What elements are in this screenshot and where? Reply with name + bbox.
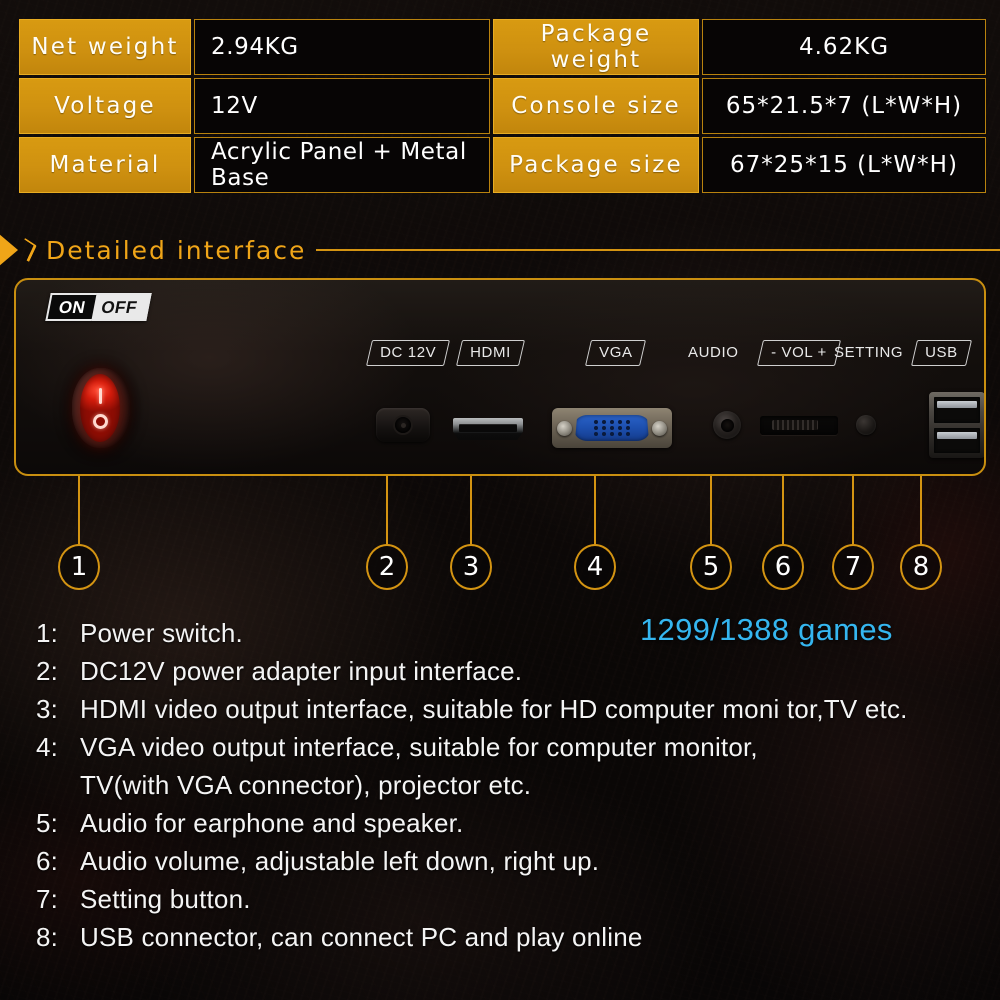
spec-label-material: Material (19, 137, 191, 193)
power-badge-on-label: ON (45, 293, 97, 321)
port-label-volume: - VOL + (756, 340, 841, 366)
legend-text-6: Audio volume, adjustable left down, righ… (80, 846, 600, 876)
list-item: 4: VGA video output interface, suitable … (36, 728, 966, 766)
list-item: 2: DC12V power adapter input interface. (36, 652, 966, 690)
section-title: Detailed interface (46, 235, 307, 265)
port-label-usb: USB (910, 340, 972, 366)
callout-line-8 (920, 476, 922, 544)
callout-bubble-3: 3 (450, 544, 492, 590)
spec-value-package-weight: 4.62KG (702, 19, 986, 75)
callout-line-3 (470, 476, 472, 544)
power-switch[interactable] (72, 368, 130, 448)
legend-text-7: Setting button. (80, 884, 251, 914)
panel-sheen (16, 280, 984, 474)
callout-line-6 (782, 476, 784, 544)
callout-bubble-4: 4 (574, 544, 616, 590)
legend-number-4: 4: (36, 732, 59, 762)
callout-bubble-7: 7 (832, 544, 874, 590)
legend-number-3: 3: (36, 694, 59, 724)
table-row: Net weight 2.94KG Package weight 4.62KG (19, 19, 986, 75)
legend-number-7: 7: (36, 884, 59, 914)
volume-slider[interactable] (760, 416, 838, 435)
spec-value-console-size: 65*21.5*7 (L*W*H) (702, 78, 986, 134)
spec-label-voltage: Voltage (19, 78, 191, 134)
legend-number-6: 6: (36, 846, 59, 876)
spec-label-console-size: Console size (493, 78, 699, 134)
legend-number-2: 2: (36, 656, 59, 686)
spec-value-net-weight: 2.94KG (194, 19, 490, 75)
power-switch-rocker (80, 374, 120, 442)
legend-number-8: 8: (36, 922, 59, 952)
vga-port[interactable] (552, 408, 672, 448)
spec-label-package-size: Package size (493, 137, 699, 193)
dc-power-jack[interactable] (376, 408, 430, 442)
double-chevron-right-icon (0, 233, 37, 267)
callout-bubble-5: 5 (690, 544, 732, 590)
list-item: 5: Audio for earphone and speaker. (36, 804, 966, 842)
section-divider (316, 249, 1000, 251)
specification-table: Net weight 2.94KG Package weight 4.62KG … (16, 16, 989, 196)
legend-text-4: VGA video output interface, suitable for… (80, 732, 758, 762)
power-badge-off-label: OFF (90, 293, 152, 321)
port-label-dc12v: DC 12V (365, 340, 451, 366)
legend-text-1: Power switch. (80, 618, 243, 648)
callout-line-2 (386, 476, 388, 544)
spec-value-material: Acrylic Panel + Metal Base (194, 137, 490, 193)
usb-port-upper[interactable] (934, 397, 980, 423)
table-row: Material Acrylic Panel + Metal Base Pack… (19, 137, 986, 193)
power-off-mark-icon (92, 414, 108, 429)
device-io-panel: ON OFF DC 12V HDMI VGA AUDIO - VOL + SET… (14, 278, 986, 476)
section-heading: Detailed interface (0, 228, 1000, 272)
audio-jack-port[interactable] (713, 411, 741, 439)
hdmi-port[interactable] (453, 418, 523, 440)
setting-button[interactable] (856, 415, 876, 435)
spec-label-package-weight: Package weight (493, 19, 699, 75)
callout-bubble-8: 8 (900, 544, 942, 590)
legend-text-8: USB connector, can connect PC and play o… (80, 922, 643, 952)
port-label-hdmi: HDMI (455, 340, 525, 366)
callout-bubble-6: 6 (762, 544, 804, 590)
list-item: 3: HDMI video output interface, suitable… (36, 690, 966, 728)
legend-number-1: 1: (36, 618, 59, 648)
callout-line-7 (852, 476, 854, 544)
usb-port-stack[interactable] (929, 392, 984, 458)
list-item: 6: Audio volume, adjustable left down, r… (36, 842, 966, 880)
port-label-vga: VGA (584, 340, 647, 366)
port-label-audio: AUDIO (688, 344, 739, 361)
list-item: 1: Power switch. (36, 614, 966, 652)
table-row: Voltage 12V Console size 65*21.5*7 (L*W*… (19, 78, 986, 134)
vga-screw-left (557, 420, 572, 436)
callout-line-4 (594, 476, 596, 544)
callout-line-5 (710, 476, 712, 544)
spec-label-net-weight: Net weight (19, 19, 191, 75)
power-on-mark-icon (98, 388, 102, 404)
legend-text-4-continuation: TV(with VGA connector), projector etc. (80, 770, 532, 800)
product-infographic: Net weight 2.94KG Package weight 4.62KG … (0, 0, 1000, 1000)
callout-bubble-1: 1 (58, 544, 100, 590)
spec-value-voltage: 12V (194, 78, 490, 134)
list-item: 7: Setting button. (36, 880, 966, 918)
legend-number-5: 5: (36, 808, 59, 838)
spec-value-package-size: 67*25*15 (L*W*H) (702, 137, 986, 193)
power-onoff-badge: ON OFF (45, 293, 152, 321)
legend-text-5: Audio for earphone and speaker. (80, 808, 464, 838)
list-item: 8: USB connector, can connect PC and pla… (36, 918, 966, 956)
usb-port-lower[interactable] (934, 427, 980, 453)
callout-bubble-2: 2 (366, 544, 408, 590)
vga-screw-right (652, 420, 667, 436)
vga-connector-insert (575, 415, 649, 441)
legend-text-2: DC12V power adapter input interface. (80, 656, 523, 686)
legend-text-3: HDMI video output interface, suitable fo… (80, 694, 908, 724)
port-label-setting: SETTING (834, 344, 904, 361)
interface-legend-list: 1: Power switch. 2: DC12V power adapter … (36, 614, 966, 956)
callout-line-1 (78, 476, 80, 544)
